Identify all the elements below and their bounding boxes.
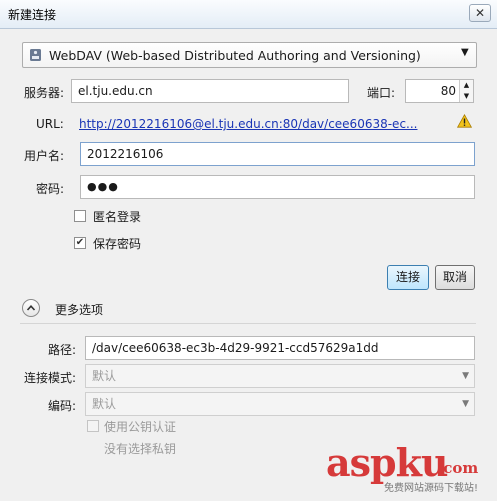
password-input[interactable]: ●●● [80,175,475,199]
watermark-logo: aspku .com 免费网站源码下载站! [326,441,486,499]
port-value: 80 [440,84,456,98]
disk-icon [29,48,42,62]
close-button[interactable]: ✕ [469,4,491,22]
chevron-down-icon: ▼ [462,371,469,381]
chevron-down-icon: ▼ [461,47,469,58]
private-key-status: 没有选择私钥 [104,442,177,456]
password-label: 密码: [36,182,65,196]
warning-icon[interactable] [456,113,473,128]
close-icon: ✕ [474,6,486,20]
window-title: 新建连接 [8,8,57,22]
save-password-label: 保存密码 [93,237,142,251]
watermark-tagline: 免费网站源码下载站! [384,483,479,494]
public-key-label: 使用公钥认证 [104,420,177,434]
url-link[interactable]: http://2012216106@el.tju.edu.cn:80/dav/c… [79,117,417,131]
encoding-value: 默认 [92,397,117,411]
connect-mode-label: 连接模式: [24,371,77,385]
encoding-label: 编码: [48,399,77,413]
protocol-selected: WebDAV (Web-based Distributed Authoring … [49,48,421,63]
chevron-down-icon: ▼ [462,399,469,409]
port-label: 端口: [367,86,396,100]
port-stepper[interactable]: 80 ▲ ▼ [405,79,474,103]
public-key-checkbox[interactable] [87,420,99,432]
more-options-divider [20,323,476,324]
chevron-up-icon: ▲ [463,81,470,89]
cancel-button[interactable]: 取消 [435,265,475,290]
more-options-label: 更多选项 [55,303,104,317]
protocol-select[interactable]: WebDAV (Web-based Distributed Authoring … [22,42,477,68]
watermark-brand: aspku [326,440,449,485]
server-label: 服务器: [24,86,65,100]
server-input[interactable]: el.tju.edu.cn [71,79,349,103]
anonymous-checkbox[interactable] [74,210,86,222]
port-decrement[interactable]: ▼ [459,91,473,102]
path-input[interactable]: /dav/cee60638-ec3b-4d29-9921-ccd57629a1d… [85,336,475,360]
username-input[interactable]: 2012216106 [80,142,475,166]
dialog-body: WebDAV (Web-based Distributed Authoring … [0,29,497,501]
url-label: URL: [36,117,64,131]
save-password-checkbox[interactable]: ✔ [74,237,86,249]
encoding-select[interactable]: 默认 ▼ [85,392,475,416]
more-options-toggle[interactable] [22,299,40,317]
connect-button[interactable]: 连接 [387,265,429,290]
chevron-up-icon [26,305,36,311]
username-label: 用户名: [24,149,65,163]
path-label: 路径: [48,343,77,357]
connect-mode-value: 默认 [92,369,117,383]
chevron-down-icon: ▼ [463,92,470,100]
checkmark-icon: ✔ [75,237,85,248]
title-bar: 新建连接 ✕ [0,0,497,29]
connect-mode-select[interactable]: 默认 ▼ [85,364,475,388]
anonymous-label: 匿名登录 [93,210,142,224]
watermark-tld: .com [438,459,479,477]
